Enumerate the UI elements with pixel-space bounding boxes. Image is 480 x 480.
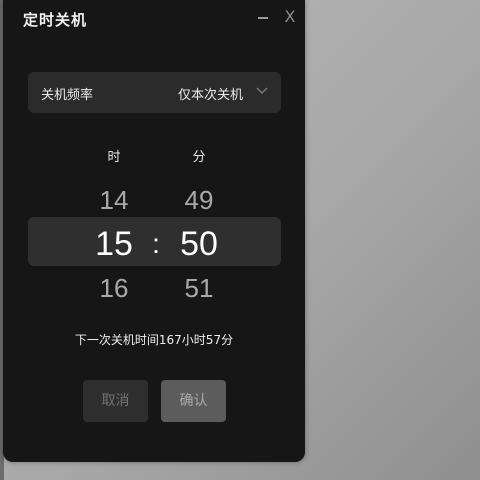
cancel-button[interactable]: 取消 <box>83 380 148 422</box>
time-separator: : <box>152 228 160 259</box>
frequency-value: 仅本次关机 <box>177 88 243 103</box>
frequency-label: 关机频率 <box>41 88 94 103</box>
shutdown-timer-dialog: 定时关机 X 关机频率 仅本次关机 时 分 14 49 15 : 50 16 5… <box>3 0 305 462</box>
hour-option-prev[interactable]: 14 <box>84 185 144 216</box>
hour-selected[interactable]: 15 <box>84 225 144 264</box>
dialog-title: 定时关机 <box>23 11 88 29</box>
next-shutdown-hint: 下一次关机时间167小时57分 <box>74 333 234 347</box>
hour-column-header: 时 <box>107 150 121 165</box>
minute-option-prev[interactable]: 49 <box>169 185 229 216</box>
frequency-dropdown[interactable]: 关机频率 仅本次关机 <box>28 72 281 113</box>
confirm-button[interactable]: 确认 <box>161 380 226 422</box>
minute-selected[interactable]: 50 <box>169 225 229 264</box>
minute-column-header: 分 <box>192 150 206 165</box>
chevron-down-icon <box>256 87 268 94</box>
close-button[interactable]: X <box>280 6 300 28</box>
minimize-icon <box>258 17 268 19</box>
minute-option-next[interactable]: 51 <box>169 273 229 304</box>
minimize-button[interactable] <box>253 6 273 28</box>
close-icon: X <box>284 7 296 26</box>
hour-option-next[interactable]: 16 <box>84 273 144 304</box>
